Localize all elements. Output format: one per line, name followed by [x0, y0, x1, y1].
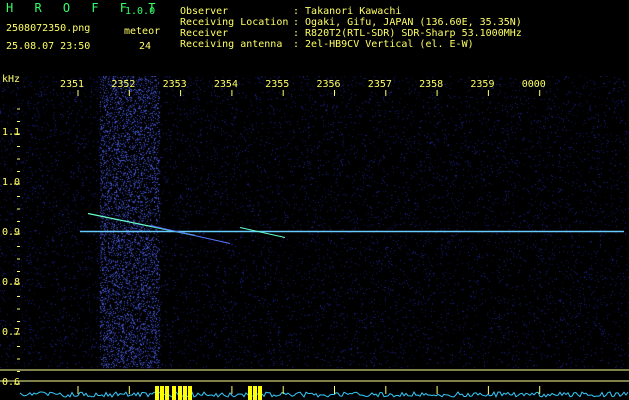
app-version: 1.0.0: [125, 6, 156, 17]
y-tick-label: 1.1: [2, 127, 21, 138]
spectrogram: 1.1 1.0 0.9 0.8 0.7 0.6 2351 2352 2353 2354 2355 2…: [0, 74, 629, 400]
y-tick-label: 1.0: [2, 177, 21, 188]
antenna-value: : 2el-HB9CV Vertical (el. E-W): [293, 39, 474, 50]
spectrum-peak: [183, 386, 187, 400]
x-tick-label: 2357: [367, 79, 392, 90]
spectrum-peak: [160, 386, 164, 400]
x-tick-label: 2356: [316, 79, 341, 90]
meteor-count: 24: [139, 41, 152, 52]
y-tick-label: 0.7: [2, 327, 21, 338]
x-tick-label: 2352: [111, 79, 136, 90]
x-tick-label: 2358: [419, 79, 444, 90]
spectrum-peak: [178, 386, 182, 400]
receiver-label: Receiver: [180, 28, 229, 39]
y-axis-label: kHz: [2, 74, 21, 85]
spectrum-peak: [258, 386, 262, 400]
file-name: 2508072350.png: [6, 23, 91, 34]
spectrum-peak: [155, 386, 159, 400]
x-tick-label: 0000: [521, 79, 546, 90]
x-tick-label: 2353: [162, 79, 187, 90]
spectrum-peak: [165, 386, 169, 400]
y-tick-label: 0.6: [2, 377, 21, 388]
x-tick-label: 2359: [470, 79, 495, 90]
x-tick-label: 2354: [213, 79, 238, 90]
header: H R O F F T 1.0.0 2508072350.png meteor …: [0, 0, 629, 76]
meteor-echo: [149, 225, 231, 244]
spectrum-peak: [172, 386, 176, 400]
x-tick-label: 2355: [265, 79, 290, 90]
spectrum-trace: [19, 391, 629, 399]
spectrum-peak: [248, 386, 252, 400]
location-value: : Ogaki, Gifu, JAPAN (136.60E, 35.35N): [293, 17, 522, 28]
location-label: Receiving Location: [180, 17, 289, 28]
antenna-label: Receiving antenna: [180, 39, 283, 50]
receiver-value: : R820T2(RTL-SDR) SDR-Sharp 53.1000MHz: [293, 28, 522, 39]
y-tick-label: 0.8: [2, 277, 21, 288]
meteor-echo: [239, 227, 286, 238]
file-datetime: 25.08.07 23:50: [6, 41, 91, 52]
spectrum-peak: [253, 386, 257, 400]
observer-value: : Takanori Kawachi: [293, 6, 402, 17]
spectrogram-overlay: [0, 90, 629, 400]
spectrum-peak: [188, 386, 192, 400]
y-tick-label: 0.9: [2, 227, 21, 238]
meteor-label: meteor: [124, 26, 161, 37]
x-tick-label: 2351: [60, 79, 85, 90]
observer-label: Observer: [180, 6, 229, 17]
